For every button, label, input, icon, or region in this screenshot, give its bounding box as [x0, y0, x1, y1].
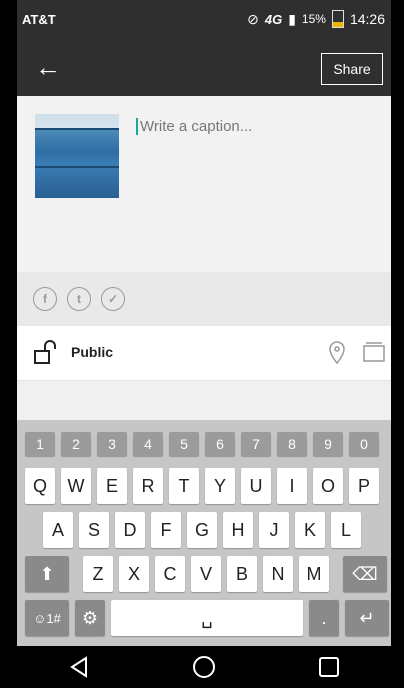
compose-area: Write a caption... [17, 96, 391, 272]
key-5[interactable]: 5 [169, 432, 199, 456]
key-i[interactable]: I [277, 468, 307, 504]
key-0[interactable]: 0 [349, 432, 379, 456]
key-x[interactable]: X [119, 556, 149, 592]
key-b[interactable]: B [227, 556, 257, 592]
nav-home-icon[interactable] [192, 655, 216, 679]
keyboard: 1 2 3 4 5 6 7 8 9 0 Q W E R T Y U I O P … [17, 420, 391, 646]
privacy-label: Public [71, 344, 114, 360]
key-9[interactable]: 9 [313, 432, 343, 456]
battery-icon [331, 10, 344, 28]
key-1[interactable]: 1 [25, 432, 55, 456]
keyboard-row-4: ☺1# ⚙ ␣ . ↵ [25, 600, 389, 636]
twitter-icon[interactable]: ✓ [101, 287, 125, 311]
nav-bar [17, 646, 391, 688]
key-6[interactable]: 6 [205, 432, 235, 456]
tumblr-icon[interactable]: t [67, 287, 91, 311]
settings-key[interactable]: ⚙ [75, 600, 105, 636]
keyboard-row-3: ⬆ Z X C V B N M ⌫ [25, 556, 387, 592]
clock: 14:26 [349, 11, 385, 27]
key-u[interactable]: U [241, 468, 271, 504]
key-d[interactable]: D [115, 512, 145, 548]
keyboard-number-row: 1 2 3 4 5 6 7 8 9 0 [25, 432, 379, 456]
key-y[interactable]: Y [205, 468, 235, 504]
keyboard-row-2: A S D F G H J K L [43, 512, 361, 548]
key-n[interactable]: N [263, 556, 293, 592]
enter-icon: ↵ [359, 607, 375, 628]
key-m[interactable]: M [299, 556, 329, 592]
signal-icon: ▮ [288, 10, 296, 27]
keyboard-row-1: Q W E R T Y U I O P [25, 468, 379, 504]
key-c[interactable]: C [155, 556, 185, 592]
facebook-icon[interactable]: f [33, 287, 57, 311]
key-3[interactable]: 3 [97, 432, 127, 456]
key-r[interactable]: R [133, 468, 163, 504]
space-key[interactable]: ␣ [111, 600, 303, 636]
key-v[interactable]: V [191, 556, 221, 592]
key-t[interactable]: T [169, 468, 199, 504]
key-q[interactable]: Q [25, 468, 55, 504]
network-label: 4G [264, 11, 283, 27]
photo-thumbnail[interactable] [35, 114, 119, 198]
status-icons: ⊘ 4G ▮ 15% 14:26 [247, 10, 385, 28]
key-l[interactable]: L [331, 512, 361, 548]
gear-icon: ⚙ [81, 607, 99, 628]
key-o[interactable]: O [313, 468, 343, 504]
input-strip [17, 380, 391, 421]
key-f[interactable]: F [151, 512, 181, 548]
key-4[interactable]: 4 [133, 432, 163, 456]
key-h[interactable]: H [223, 512, 253, 548]
screen: AT&T ⊘ 4G ▮ 15% 14:26 ← Share Write a ca… [17, 0, 391, 688]
backspace-key[interactable]: ⌫ [343, 556, 387, 592]
symbols-key[interactable]: ☺1# [25, 600, 69, 636]
space-bar-icon: ␣ [201, 607, 213, 628]
status-bar: AT&T ⊘ 4G ▮ 15% 14:26 [17, 0, 391, 40]
shift-arrow-icon: ⬆ [39, 563, 55, 584]
nav-back-icon[interactable] [68, 656, 90, 678]
location-pin-icon[interactable] [327, 340, 347, 366]
album-icon[interactable] [363, 340, 385, 362]
key-e[interactable]: E [97, 468, 127, 504]
back-arrow-icon[interactable]: ← [35, 54, 61, 80]
key-k[interactable]: K [295, 512, 325, 548]
share-button[interactable]: Share [321, 53, 383, 85]
key-w[interactable]: W [61, 468, 91, 504]
enter-key[interactable]: ↵ [345, 600, 389, 636]
key-z[interactable]: Z [83, 556, 113, 592]
carrier-label: AT&T [22, 12, 56, 27]
mute-icon: ⊘ [247, 10, 259, 27]
social-share-row: f t ✓ [17, 272, 391, 326]
key-j[interactable]: J [259, 512, 289, 548]
key-g[interactable]: G [187, 512, 217, 548]
backspace-icon: ⌫ [352, 563, 378, 584]
key-p[interactable]: P [349, 468, 379, 504]
period-key[interactable]: . [309, 600, 339, 636]
key-7[interactable]: 7 [241, 432, 271, 456]
key-8[interactable]: 8 [277, 432, 307, 456]
battery-percent: 15% [301, 12, 326, 26]
unlock-icon [34, 340, 56, 364]
key-2[interactable]: 2 [61, 432, 91, 456]
key-s[interactable]: S [79, 512, 109, 548]
privacy-row[interactable]: Public [17, 326, 391, 380]
nav-recents-icon[interactable] [318, 656, 340, 678]
caption-input[interactable]: Write a caption... [136, 118, 252, 135]
shift-key[interactable]: ⬆ [25, 556, 69, 592]
app-bar: ← Share [17, 40, 391, 96]
key-a[interactable]: A [43, 512, 73, 548]
